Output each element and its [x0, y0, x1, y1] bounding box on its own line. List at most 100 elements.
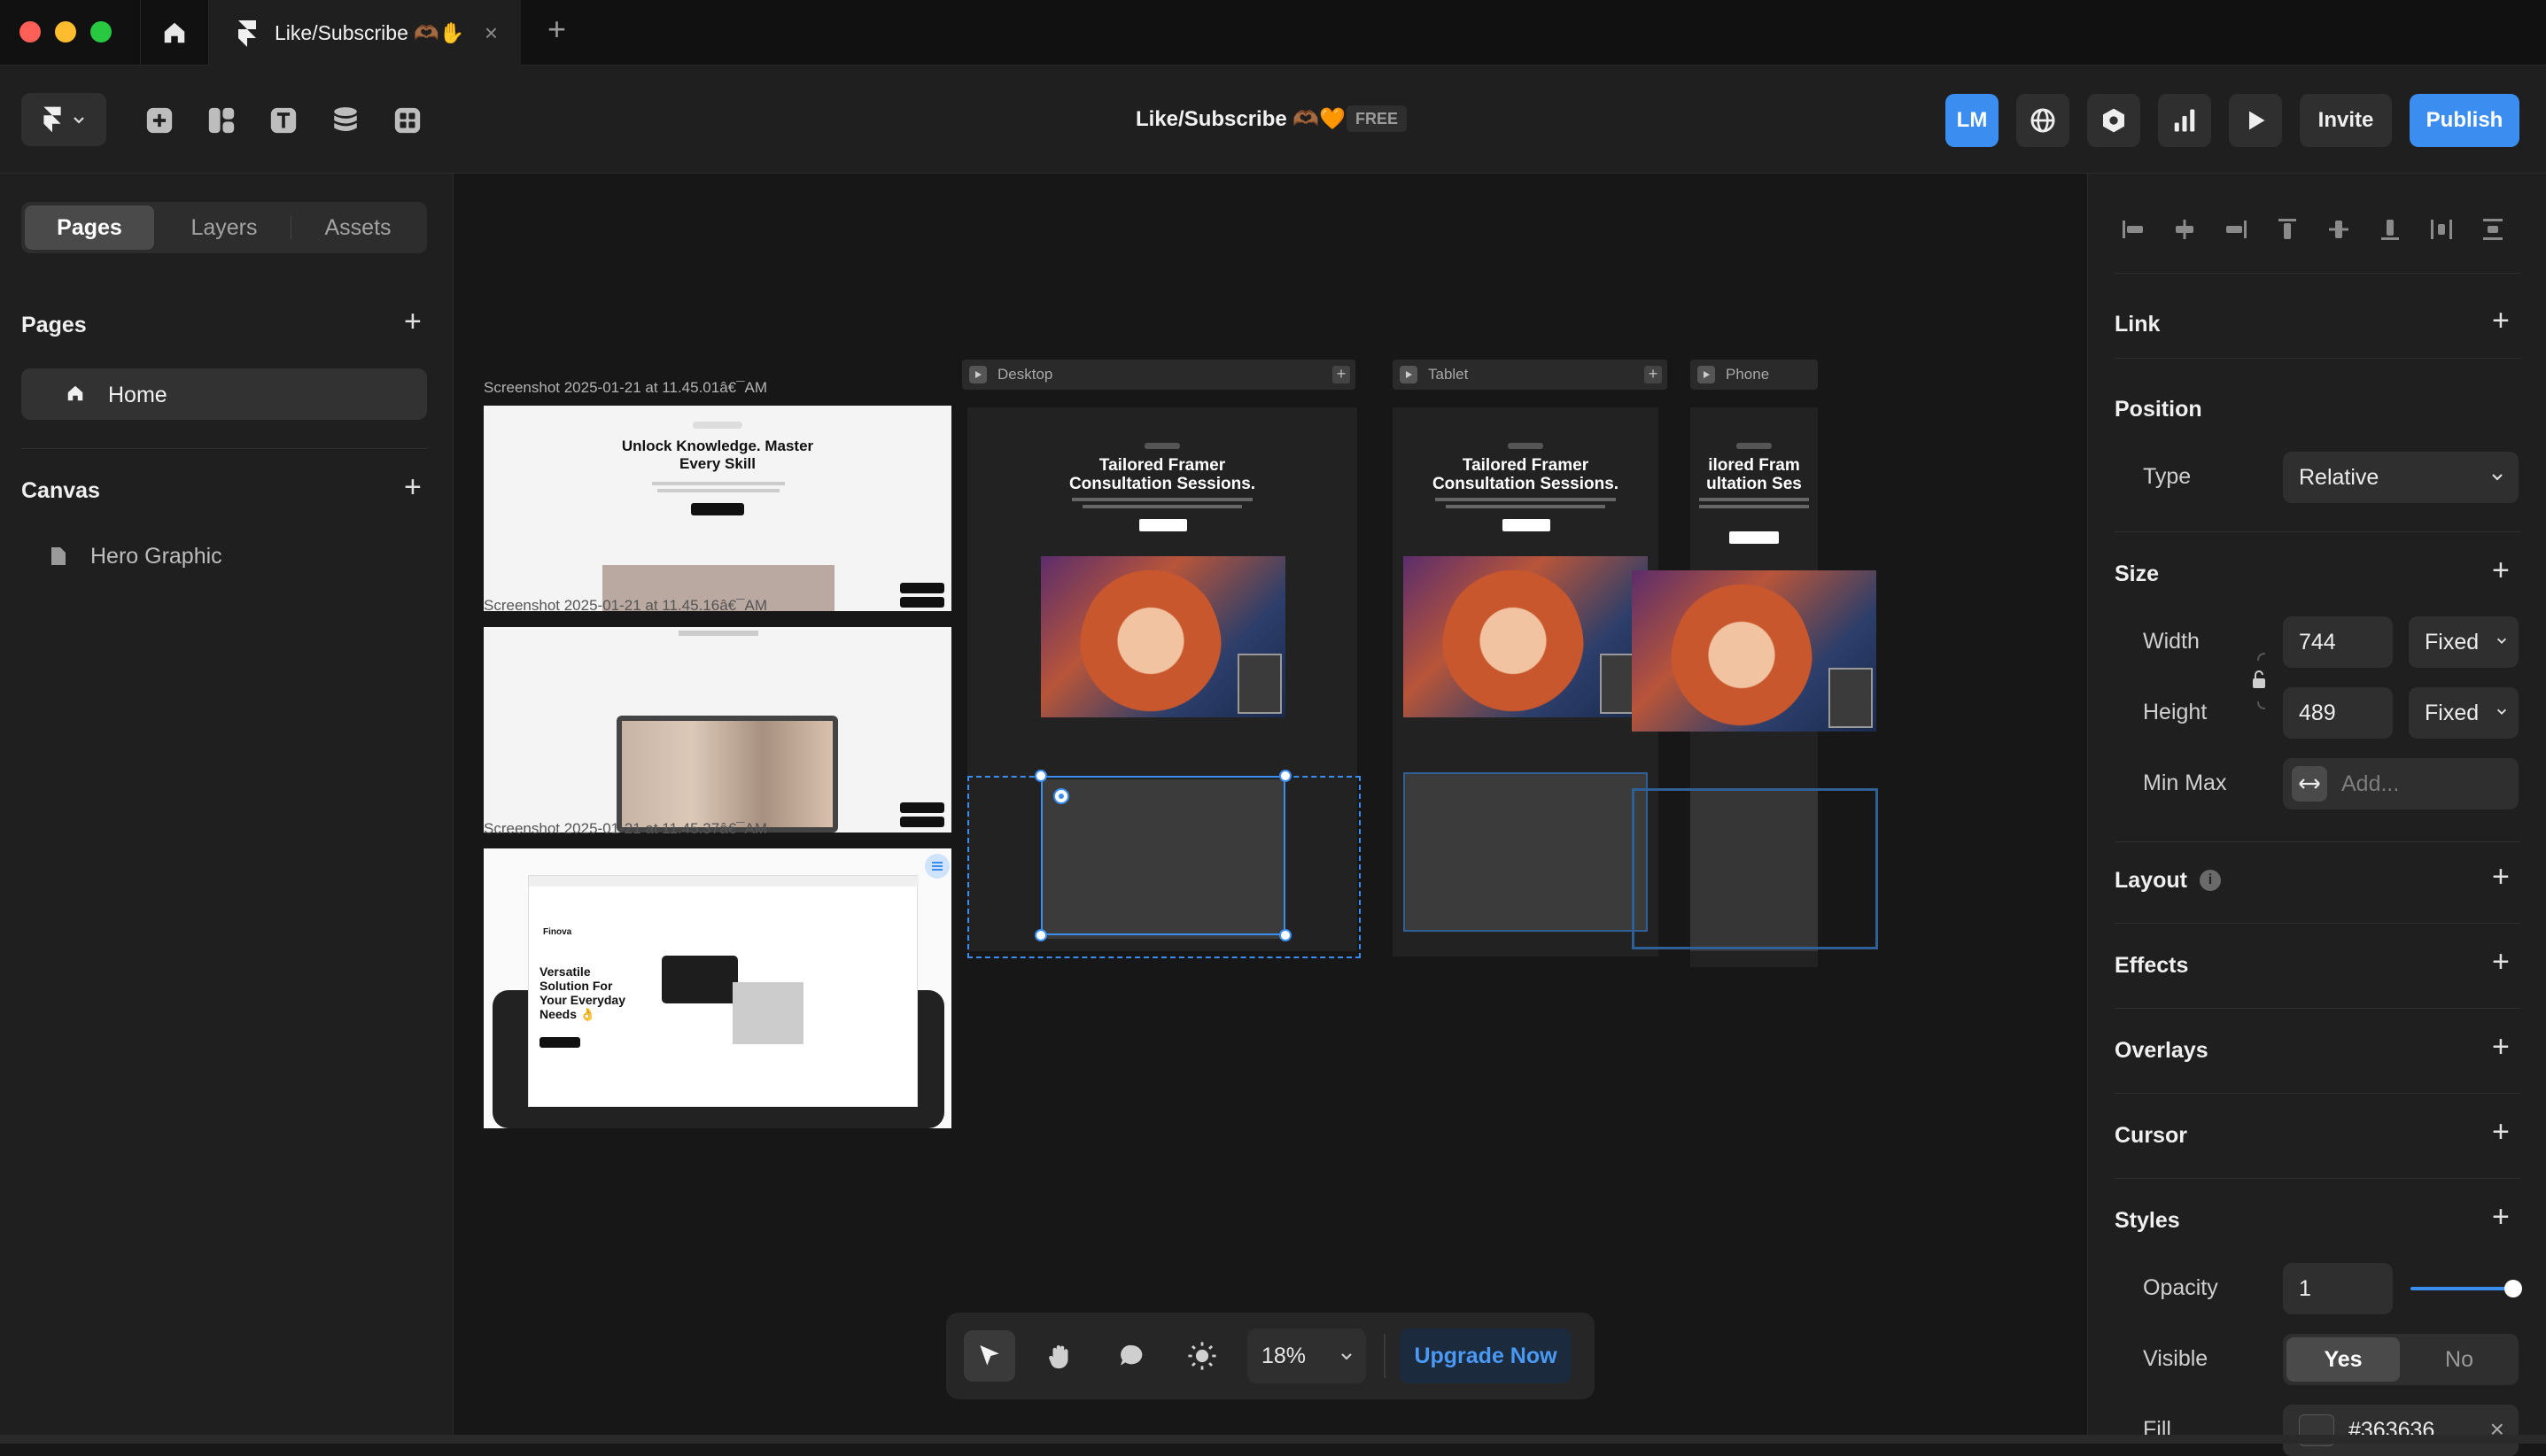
- add-effect-button[interactable]: +: [2492, 945, 2510, 980]
- components-button[interactable]: [392, 105, 423, 136]
- page-item-label: Home: [108, 383, 167, 407]
- cms-button[interactable]: [330, 105, 361, 136]
- add-layout-button[interactable]: +: [2492, 860, 2510, 895]
- add-cursor-button[interactable]: +: [2492, 1115, 2510, 1150]
- resize-handle[interactable]: [1035, 929, 1047, 941]
- distribute-horizontal-icon[interactable]: [2428, 216, 2455, 243]
- play-icon[interactable]: [1697, 366, 1715, 383]
- photo-inset: [1828, 668, 1873, 728]
- select-tool-button[interactable]: [964, 1330, 1015, 1382]
- canvas-item-hero-graphic[interactable]: Hero Graphic: [21, 533, 427, 581]
- opacity-input[interactable]: 1: [2283, 1263, 2393, 1314]
- panel-divider: [2115, 273, 2520, 274]
- info-icon[interactable]: i: [2200, 870, 2221, 891]
- hero-photo[interactable]: [1403, 556, 1648, 717]
- main-menu-button[interactable]: [21, 93, 106, 146]
- resize-handle[interactable]: [1035, 770, 1047, 782]
- visible-toggle: Yes No: [2283, 1334, 2519, 1385]
- align-bottom-icon[interactable]: [2377, 216, 2403, 243]
- hero-badge: [1508, 443, 1543, 449]
- upgrade-button[interactable]: Upgrade Now: [1400, 1328, 1572, 1383]
- screenshot-image-1[interactable]: Unlock Knowledge. Master Every Skill: [484, 406, 951, 611]
- plugins-button[interactable]: [2087, 94, 2140, 147]
- add-page-button[interactable]: +: [404, 305, 422, 339]
- play-icon[interactable]: [1400, 366, 1417, 383]
- screenshot-image-3[interactable]: Finova Versatile Solution For Your Every…: [484, 848, 951, 1128]
- align-top-icon[interactable]: [2274, 216, 2301, 243]
- frame-label-tablet[interactable]: Tablet +: [1393, 360, 1667, 390]
- visible-yes-option[interactable]: Yes: [2286, 1337, 2400, 1382]
- text-tool-button[interactable]: [268, 105, 299, 136]
- resize-handle[interactable]: [1279, 770, 1292, 782]
- design-canvas[interactable]: Screenshot 2025-01-21 at 11.45.01â€¯AM U…: [454, 174, 2087, 1444]
- add-canvas-item-button[interactable]: +: [404, 470, 422, 505]
- add-link-button[interactable]: +: [2492, 304, 2510, 338]
- align-center-horizontal-icon[interactable]: [2171, 216, 2198, 243]
- resize-handle[interactable]: [1279, 929, 1292, 941]
- screenshot-image-2[interactable]: [484, 627, 951, 833]
- add-style-button[interactable]: +: [2492, 1200, 2510, 1235]
- add-size-button[interactable]: +: [2492, 554, 2510, 588]
- menu-icon[interactable]: [925, 854, 950, 879]
- close-window-button[interactable]: [19, 21, 41, 43]
- hero-photo[interactable]: [1041, 556, 1285, 717]
- chevron-down-icon: [74, 117, 84, 124]
- insert-button[interactable]: [144, 105, 175, 136]
- opacity-slider-thumb[interactable]: [2504, 1280, 2522, 1297]
- close-tab-icon[interactable]: ×: [485, 19, 498, 47]
- site-settings-button[interactable]: [2016, 94, 2069, 147]
- width-input[interactable]: 744: [2283, 616, 2393, 668]
- add-overlay-button[interactable]: +: [2492, 1030, 2510, 1065]
- hand-tool-button[interactable]: [1035, 1330, 1086, 1382]
- tab-layers[interactable]: Layers: [159, 205, 289, 250]
- framer-logo-icon: [43, 106, 61, 133]
- rotate-handle[interactable]: [1053, 788, 1069, 804]
- screenshot-caption: Screenshot 2025-01-21 at 11.45.16â€¯AM: [484, 597, 768, 614]
- visible-no-option[interactable]: No: [2403, 1337, 2515, 1382]
- align-right-icon[interactable]: [2223, 216, 2249, 243]
- cursor-heading: Cursor: [2115, 1123, 2187, 1148]
- tablet-frame[interactable]: Tailored Framer Consultation Sessions.: [1393, 407, 1658, 956]
- align-center-vertical-icon[interactable]: [2325, 216, 2352, 243]
- opacity-slider-track[interactable]: [2410, 1287, 2515, 1290]
- theme-toggle-button[interactable]: [1176, 1330, 1228, 1382]
- position-type-select[interactable]: Relative: [2283, 452, 2519, 503]
- frame-label-desktop[interactable]: Desktop +: [962, 360, 1355, 390]
- photo-subject: [1080, 565, 1222, 717]
- project-tab[interactable]: Like/Subscribe 🫶🏾✋ ×: [209, 0, 521, 66]
- tab-pages[interactable]: Pages: [25, 205, 154, 250]
- layout-button[interactable]: [206, 105, 237, 136]
- aspect-lock[interactable]: [2249, 652, 2272, 710]
- project-title[interactable]: Like/Subscribe 🫶🏾🧡: [1136, 106, 1346, 132]
- minimize-window-button[interactable]: [55, 21, 76, 43]
- zoom-select[interactable]: 18%: [1247, 1328, 1366, 1383]
- width-mode-select[interactable]: Fixed: [2409, 616, 2519, 668]
- new-tab-button[interactable]: +: [547, 11, 566, 48]
- screenshot-caption: Screenshot 2025-01-21 at 11.45.37â€¯AM: [484, 820, 768, 837]
- width-mode-value: Fixed: [2425, 629, 2480, 654]
- add-breakpoint-icon[interactable]: +: [1332, 366, 1350, 383]
- page-item-home[interactable]: Home: [21, 368, 427, 420]
- preview-button[interactable]: [2229, 94, 2282, 147]
- placeholder-box[interactable]: [1403, 772, 1648, 932]
- play-icon[interactable]: [969, 366, 987, 383]
- height-input[interactable]: 489: [2283, 687, 2393, 739]
- zoom-window-button[interactable]: [90, 21, 112, 43]
- publish-button[interactable]: Publish: [2410, 94, 2519, 147]
- invite-button[interactable]: Invite: [2300, 94, 2392, 147]
- add-breakpoint-icon[interactable]: +: [1644, 366, 1662, 383]
- comment-tool-button[interactable]: [1106, 1330, 1157, 1382]
- minmax-field[interactable]: Add...: [2283, 758, 2519, 809]
- analytics-button[interactable]: [2158, 94, 2211, 147]
- text-line: [679, 631, 758, 636]
- home-tab[interactable]: [140, 0, 209, 66]
- chevron-down-icon: [2492, 474, 2503, 481]
- frame-label-phone[interactable]: Phone: [1690, 360, 1818, 390]
- height-mode-select[interactable]: Fixed: [2409, 687, 2519, 739]
- phone-hero-photo[interactable]: [1632, 570, 1876, 732]
- tab-assets[interactable]: Assets: [292, 205, 423, 250]
- align-left-icon[interactable]: [2120, 216, 2146, 243]
- distribute-vertical-icon[interactable]: [2480, 216, 2506, 243]
- user-avatar[interactable]: LM: [1945, 94, 1999, 147]
- fill-field[interactable]: #363636 ×: [2283, 1405, 2519, 1456]
